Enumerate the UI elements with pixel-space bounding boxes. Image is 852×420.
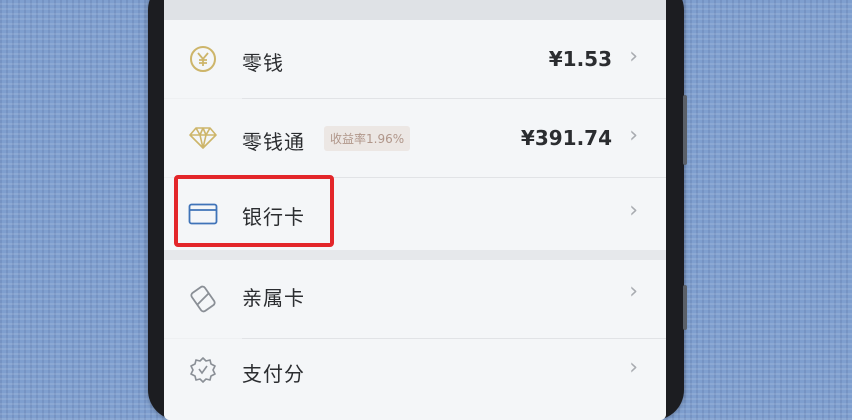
yield-rate-badge: 收益率1.96% [324, 126, 411, 151]
menu-item-label: 零钱 [242, 51, 284, 75]
chevron-right-icon: › [629, 123, 638, 148]
chevron-right-icon: › [629, 279, 638, 304]
chevron-right-icon: › [629, 355, 638, 380]
phone-volume-button [683, 95, 687, 165]
diamond-icon [187, 122, 219, 154]
payscore-gear-icon [187, 354, 219, 386]
menu-item-label: 支付分 [242, 362, 305, 386]
chevron-right-icon: › [629, 44, 638, 69]
menu-item-change-pass[interactable]: 零钱通 收益率1.96% ¥391.74 › [164, 99, 666, 177]
chevron-right-icon: › [629, 198, 638, 223]
menu-item-payscore[interactable]: 支付分 › [164, 339, 666, 420]
menu-item-family-card[interactable]: 亲属卡 › [164, 260, 666, 338]
bank-card-highlight-box [174, 175, 334, 247]
menu-item-label: 亲属卡 [242, 286, 305, 310]
change-balance: ¥1.53 [548, 47, 612, 71]
phone-power-button [683, 285, 687, 330]
top-strip [164, 0, 666, 20]
menu-item-label: 零钱通 [242, 130, 305, 154]
yuan-coin-icon [187, 43, 219, 75]
family-card-icon [187, 283, 219, 315]
section-gap [164, 250, 666, 260]
change-pass-balance: ¥391.74 [520, 126, 612, 150]
menu-item-change[interactable]: 零钱 ¥1.53 › [164, 20, 666, 98]
